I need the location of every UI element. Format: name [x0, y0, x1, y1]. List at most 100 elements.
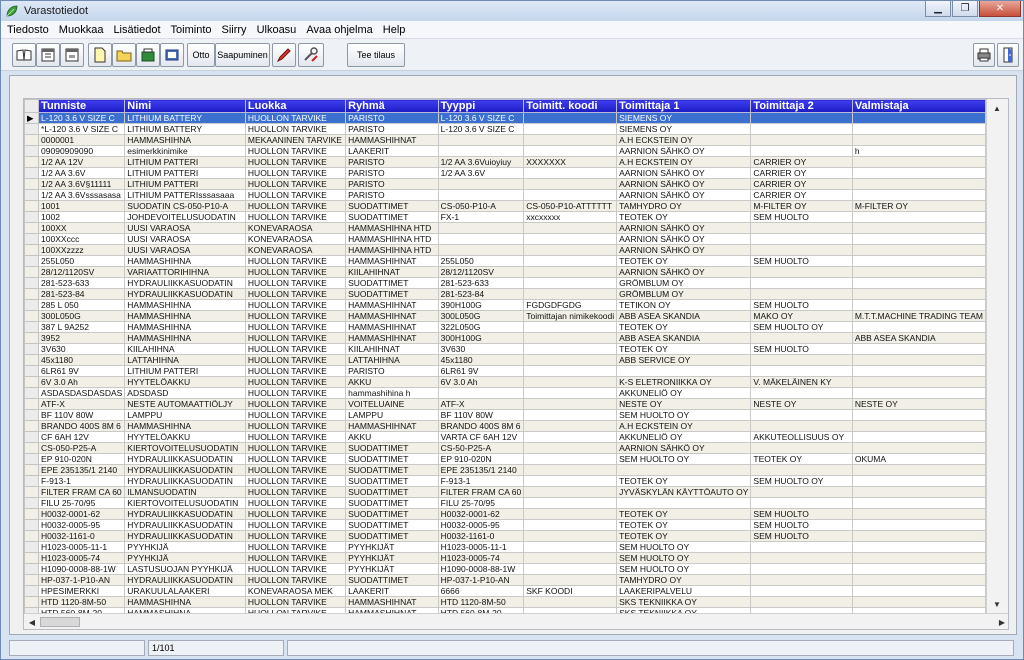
table-cell[interactable]: HUOLLON TARVIKE [244, 387, 347, 399]
table-cell[interactable]: A.H ECKSTEIN OY [616, 420, 752, 432]
table-cell[interactable]: SUODATTIMET [345, 508, 439, 520]
table-cell[interactable]: Toimittajan nimikekoodi [523, 310, 618, 322]
table-cell[interactable]: HYYTELÖAKKU [124, 376, 246, 388]
table-cell[interactable]: TEOTEK OY [616, 321, 752, 333]
table-cell[interactable] [523, 541, 618, 553]
table-row[interactable]: 281-523-84 HYDRAULIIKKASUODATIN HUOLLON TA… [24, 288, 986, 300]
table-cell[interactable]: ABB ASEA SKANDIA [851, 332, 986, 344]
table-cell[interactable]: HUOLLON TARVIKE [244, 332, 347, 344]
table-cell[interactable] [750, 409, 853, 421]
menu-tiedosto[interactable]: Tiedosto [7, 24, 49, 36]
inventory-button[interactable] [136, 43, 160, 67]
column-header[interactable]: Ryhmä [345, 99, 439, 113]
table-cell[interactable] [437, 145, 525, 157]
row-indicator[interactable] [24, 343, 40, 355]
table-cell[interactable] [851, 387, 986, 399]
table-cell[interactable]: PYYHKIJÄT [345, 563, 439, 575]
table-cell[interactable] [523, 112, 618, 124]
table-cell[interactable]: NESTE AUTOMAATTIÖLJY [124, 398, 246, 410]
table-cell[interactable] [851, 519, 986, 531]
table-cell[interactable]: 6V 3.0 Ah [38, 376, 126, 388]
table-row[interactable]: 387 L 9A252 HAMMASHIHNA HUOLLON TARVIKE HAM… [24, 321, 986, 333]
table-cell[interactable]: 3V630 [437, 343, 525, 355]
table-cell[interactable] [851, 574, 986, 586]
table-cell[interactable] [851, 321, 986, 333]
table-cell[interactable]: PYYHKIJÄ [124, 541, 246, 553]
table-cell[interactable]: FILU 25-70/95 [437, 497, 525, 509]
table-cell[interactable] [750, 541, 853, 553]
catalog-book-button[interactable] [160, 43, 184, 67]
table-cell[interactable]: xxcxxxxx [523, 211, 618, 223]
table-cell[interactable] [851, 409, 986, 421]
table-cell[interactable]: HUOLLON TARVIKE [244, 442, 347, 454]
table-cell[interactable] [851, 596, 986, 608]
table-cell[interactable] [750, 596, 853, 608]
table-cell[interactable]: HAMMASHIHNA [124, 420, 246, 432]
table-cell[interactable]: SUODATTIMET [345, 530, 439, 542]
table-cell[interactable] [523, 233, 618, 245]
table-cell[interactable]: BF 110V 80W [437, 409, 525, 421]
table-cell[interactable] [523, 475, 618, 487]
column-header[interactable]: Tyyppi [437, 99, 525, 113]
table-row[interactable]: 100XXzzzz UUSI VARAOSA KONEVARAOSA HAMMASHI… [24, 244, 986, 256]
current-row-indicator[interactable]: ▶ [24, 112, 40, 124]
table-cell[interactable]: 100XXccc [38, 233, 126, 245]
table-cell[interactable]: HYDRAULIIKKASUODATIN [124, 288, 246, 300]
table-cell[interactable] [851, 178, 986, 190]
table-cell[interactable]: LITHIUM BATTERY [124, 123, 246, 135]
table-cell[interactable] [523, 486, 618, 498]
table-cell[interactable]: CARRIER OY [750, 189, 853, 201]
table-row[interactable]: CS-050-P25-A KIERTOVOITELUSUODATIN HUOLLON… [24, 442, 986, 454]
table-cell[interactable] [523, 563, 618, 575]
table-cell[interactable]: TAMHYDRO OY [616, 574, 752, 586]
table-cell[interactable]: SIEMENS OY [616, 112, 752, 124]
table-cell[interactable] [750, 145, 853, 157]
row-indicator[interactable] [24, 464, 40, 476]
row-indicator[interactable] [24, 233, 40, 245]
table-cell[interactable]: SUODATTIMET [345, 486, 439, 498]
table-cell[interactable]: HUOLLON TARVIKE [244, 156, 347, 168]
table-cell[interactable]: SUODATTIMET [345, 288, 439, 300]
table-cell[interactable]: HUOLLON TARVIKE [244, 255, 347, 267]
table-cell[interactable]: KIILAHIHNAT [345, 343, 439, 355]
row-indicator[interactable] [24, 508, 40, 520]
table-cell[interactable]: SUODATTIMET [345, 453, 439, 465]
table-cell[interactable]: SUODATTIMET [345, 277, 439, 289]
table-cell[interactable]: esimerkkinimike [124, 145, 246, 157]
row-indicator[interactable] [24, 277, 40, 289]
table-cell[interactable]: VARTA CF 6AH 12V [437, 431, 525, 443]
table-row[interactable]: 255L050 HAMMASHIHNA HUOLLON TARVIKE HAMMASH… [24, 255, 986, 267]
table-cell[interactable]: CARRIER OY [750, 178, 853, 190]
row-indicator[interactable] [24, 409, 40, 421]
table-row[interactable]: 6V 3.0 Ah HYYTELÖAKKU HUOLLON TARVIKE AKKU 6… [24, 376, 986, 388]
table-cell[interactable]: ILMANSUODATIN [124, 486, 246, 498]
table-cell[interactable]: KIILAHIHNAT [345, 266, 439, 278]
table-cell[interactable]: PARISTO [345, 167, 439, 179]
row-indicator[interactable] [24, 486, 40, 498]
table-cell[interactable]: AARNION SÄHKÖ OY [616, 442, 752, 454]
table-cell[interactable]: L-120 3.6 V SIZE C [38, 112, 126, 124]
open-folder-button[interactable] [112, 43, 136, 67]
table-row[interactable]: HP-037-1-P10-AN HYDRAULIIKKASUODATIN HUOLL… [24, 574, 986, 586]
table-cell[interactable]: 0000001 [38, 134, 126, 146]
table-cell[interactable]: HUOLLON TARVIKE [244, 211, 347, 223]
table-cell[interactable]: SUODATTIMET [345, 442, 439, 454]
table-cell[interactable] [750, 574, 853, 586]
table-cell[interactable] [523, 343, 618, 355]
table-row[interactable]: BF 110V 80W LAMPPU HUOLLON TARVIKE LAMPPU BF… [24, 409, 986, 421]
table-cell[interactable] [750, 552, 853, 564]
table-cell[interactable] [851, 123, 986, 135]
table-row[interactable]: 285 L 050 HAMMASHIHNA HUOLLON TARVIKE HAMMA… [24, 299, 986, 311]
row-indicator[interactable] [24, 189, 40, 201]
table-cell[interactable]: 45x1180 [38, 354, 126, 366]
table-cell[interactable]: SEM HUOLTO OY [616, 563, 752, 575]
table-cell[interactable]: TEOTEK OY [616, 508, 752, 520]
row-indicator[interactable] [24, 387, 40, 399]
table-cell[interactable]: AKKUNELIÖ OY [616, 431, 752, 443]
table-cell[interactable] [523, 178, 618, 190]
table-cell[interactable]: SEM HUOLTO [750, 211, 853, 223]
table-cell[interactable]: HAMMASHIHNA [124, 134, 246, 146]
table-cell[interactable]: HAMMASHIHNAT [345, 310, 439, 322]
table-row[interactable]: 28/12/1120SV VARIAATTORIHIHNA HUOLLON TARV… [24, 266, 986, 278]
table-cell[interactable] [437, 244, 525, 256]
